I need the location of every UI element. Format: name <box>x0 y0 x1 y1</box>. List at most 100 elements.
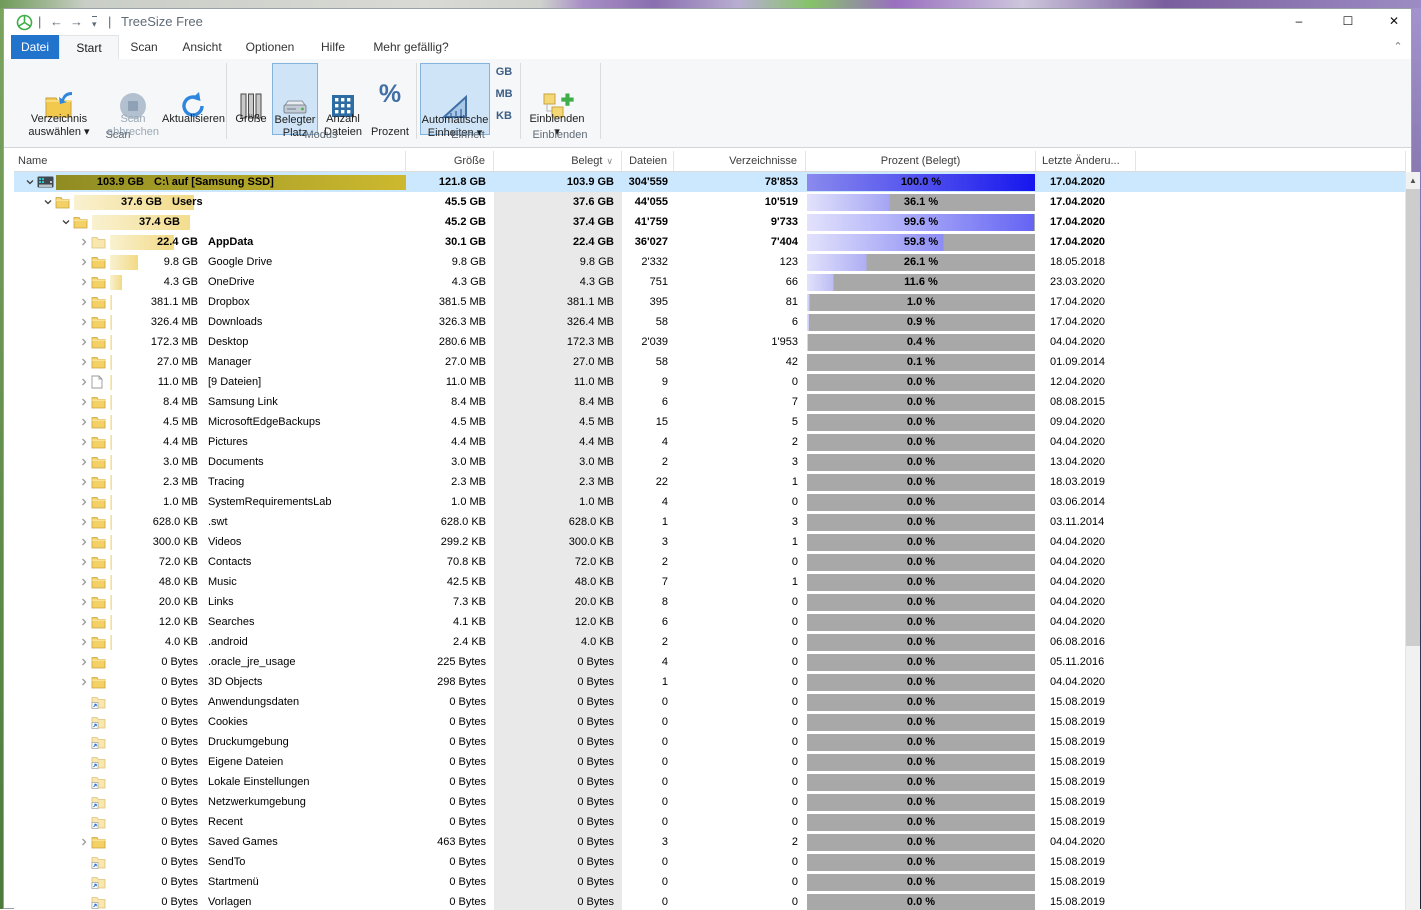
collapse-icon[interactable] <box>40 197 55 207</box>
tree-row[interactable]: 11.0 MB[9 Dateien]11.0 MB11.0 MB900.0 %1… <box>14 372 1406 392</box>
tree-row[interactable]: 0 BytesEigene Dateien0 Bytes0 Bytes000.0… <box>14 752 1406 772</box>
maximize-button[interactable]: ☐ <box>1331 9 1365 35</box>
tree-row[interactable]: 381.1 MBDropbox381.5 MB381.1 MB395811.0 … <box>14 292 1406 312</box>
minimize-button[interactable]: – <box>1282 9 1316 35</box>
expand-icon[interactable] <box>76 337 91 347</box>
tree-row[interactable]: 326.4 MBDownloads326.3 MB326.4 MB5860.9 … <box>14 312 1406 332</box>
tree-row[interactable]: 4.3 GBOneDrive4.3 GB4.3 GB7516611.6 %23.… <box>14 272 1406 292</box>
expand-icon[interactable] <box>76 437 91 447</box>
auto-units-button[interactable]: Automatische Einheiten ▾ <box>420 63 490 135</box>
tab-datei[interactable]: Datei <box>11 35 59 59</box>
column-header-letzte-aenderung[interactable]: Letzte Änderu... <box>1036 151 1136 171</box>
tree-row[interactable]: 72.0 KBContacts70.8 KB72.0 KB200.0 %04.0… <box>14 552 1406 572</box>
tree-row[interactable]: 0 Bytes3D Objects298 Bytes0 Bytes100.0 %… <box>14 672 1406 692</box>
collapse-ribbon-icon[interactable]: ⌃ <box>1390 39 1406 55</box>
expand-icon[interactable] <box>76 537 91 547</box>
tree-row[interactable]: 27.0 MBManager27.0 MB27.0 MB58420.1 %01.… <box>14 352 1406 372</box>
refresh-button[interactable]: Aktualisieren <box>162 63 224 135</box>
tab-mehr-gefaellig[interactable]: Mehr gefällig? <box>361 35 461 59</box>
expand-icon[interactable] <box>76 277 91 287</box>
mode-allocated-button[interactable]: Belegter Platz <box>272 63 318 135</box>
expand-icon[interactable] <box>76 677 91 687</box>
tree-row[interactable]: 0 BytesVorlagen0 Bytes0 Bytes000.0 %15.0… <box>14 892 1406 910</box>
expand-icon[interactable] <box>76 517 91 527</box>
tree-row[interactable]: 3.0 MBDocuments3.0 MB3.0 MB230.0 %13.04.… <box>14 452 1406 472</box>
unit-mb-button[interactable]: MB <box>492 85 516 104</box>
tab-start[interactable]: Start <box>59 35 119 59</box>
tree-row[interactable]: 0 BytesSaved Games463 Bytes0 Bytes320.0 … <box>14 832 1406 852</box>
scroll-up-icon[interactable]: ▲ <box>1406 172 1420 189</box>
column-header-name[interactable]: Name <box>14 151 406 171</box>
expand-icon[interactable] <box>76 377 91 387</box>
collapse-icon[interactable] <box>58 217 73 227</box>
tree-row[interactable]: 0 BytesDruckumgebung0 Bytes0 Bytes000.0 … <box>14 732 1406 752</box>
close-button[interactable]: ✕ <box>1377 9 1411 35</box>
expand-icon[interactable] <box>76 417 91 427</box>
expand-icon[interactable] <box>76 617 91 627</box>
expand-icon[interactable] <box>76 837 91 847</box>
tree-row[interactable]: 20.0 KBLinks7.3 KB20.0 KB800.0 %04.04.20… <box>14 592 1406 612</box>
tree-row[interactable]: 4.4 MBPictures4.4 MB4.4 MB420.0 %04.04.2… <box>14 432 1406 452</box>
expand-icon[interactable] <box>76 457 91 467</box>
tree-row[interactable]: 0 BytesNetzwerkumgebung0 Bytes0 Bytes000… <box>14 792 1406 812</box>
column-header-prozent[interactable]: Prozent (Belegt) <box>806 151 1036 171</box>
tree-row[interactable]: 300.0 KBVideos299.2 KB300.0 KB310.0 %04.… <box>14 532 1406 552</box>
expand-icon[interactable] <box>76 497 91 507</box>
expand-icon[interactable] <box>76 637 91 647</box>
unit-gb-button[interactable]: GB <box>492 63 516 82</box>
mode-percent-button[interactable]: % Prozent <box>368 63 412 135</box>
qat-dropdown-icon[interactable]: ▾ <box>92 16 97 29</box>
tree-row[interactable]: 22.4 GBAppData30.1 GB22.4 GB36'0277'4045… <box>14 232 1406 252</box>
tree-row[interactable]: 103.9 GBC:\ auf [Samsung SSD]121.8 GB103… <box>14 172 1406 192</box>
tree-row[interactable]: 4.5 MBMicrosoftEdgeBackups4.5 MB4.5 MB15… <box>14 412 1406 432</box>
tree-row[interactable]: 0 BytesLokale Einstellungen0 Bytes0 Byte… <box>14 772 1406 792</box>
column-header-belegt[interactable]: Belegt∨ <box>494 151 622 171</box>
vertical-scrollbar[interactable]: ▲ <box>1406 172 1420 910</box>
expand-icon[interactable] <box>76 237 91 247</box>
tree-row[interactable]: 628.0 KB.swt628.0 KB628.0 KB130.0 %03.11… <box>14 512 1406 532</box>
tab-ansicht[interactable]: Ansicht <box>169 35 235 59</box>
expand-icon[interactable] <box>76 657 91 667</box>
dateien-cell: 0 <box>622 732 674 752</box>
column-header-groesse[interactable]: Größe <box>406 151 494 171</box>
forward-icon[interactable]: → <box>70 9 83 35</box>
expand-icon[interactable] <box>76 577 91 587</box>
tree-row[interactable]: 0 BytesCookies0 Bytes0 Bytes000.0 %15.08… <box>14 712 1406 732</box>
tab-scan[interactable]: Scan <box>119 35 169 59</box>
tree-row[interactable]: 0 BytesRecent0 Bytes0 Bytes000.0 %15.08.… <box>14 812 1406 832</box>
expand-icon[interactable] <box>76 357 91 367</box>
mode-filecount-button[interactable]: Anzahl Dateien <box>320 63 366 135</box>
tree-row[interactable]: 2.3 MBTracing2.3 MB2.3 MB2210.0 %18.03.2… <box>14 472 1406 492</box>
unit-kb-button[interactable]: KB <box>492 107 516 126</box>
column-header-dateien[interactable]: Dateien <box>622 151 674 171</box>
tree-row[interactable]: 1.0 MBSystemRequirementsLab1.0 MB1.0 MB4… <box>14 492 1406 512</box>
expand-icon[interactable] <box>76 477 91 487</box>
expand-icon[interactable] <box>76 317 91 327</box>
tree-row[interactable]: 0 BytesAnwendungsdaten0 Bytes0 Bytes000.… <box>14 692 1406 712</box>
tab-hilfe[interactable]: Hilfe <box>305 35 361 59</box>
expand-icon[interactable] <box>76 397 91 407</box>
tree-row[interactable]: 0 Bytes.oracle_jre_usage225 Bytes0 Bytes… <box>14 652 1406 672</box>
expand-icon[interactable] <box>76 297 91 307</box>
back-icon[interactable]: ← <box>50 9 63 35</box>
tree-row[interactable]: 48.0 KBMusic42.5 KB48.0 KB710.0 %04.04.2… <box>14 572 1406 592</box>
tree-row[interactable]: 0 BytesSendTo0 Bytes0 Bytes000.0 %15.08.… <box>14 852 1406 872</box>
tree-row[interactable]: 172.3 MBDesktop280.6 MB172.3 MB2'0391'95… <box>14 332 1406 352</box>
tree-row[interactable]: 4.0 KB.android2.4 KB4.0 KB200.0 %06.08.2… <box>14 632 1406 652</box>
tree-row[interactable]: 8.4 MBSamsung Link8.4 MB8.4 MB670.0 %08.… <box>14 392 1406 412</box>
show-columns-button[interactable]: Einblenden ▾ <box>524 63 590 135</box>
expand-icon[interactable] <box>76 597 91 607</box>
tree-row[interactable]: 9.8 GBGoogle Drive9.8 GB9.8 GB2'33212326… <box>14 252 1406 272</box>
select-directory-button[interactable]: Verzeichnis auswählen ▾ <box>14 63 104 135</box>
expand-icon[interactable] <box>76 557 91 567</box>
tab-optionen[interactable]: Optionen <box>235 35 305 59</box>
tree-row[interactable]: 37.4 GB45.2 GB37.4 GB41'7599'73399.6 %17… <box>14 212 1406 232</box>
scrollbar-thumb[interactable] <box>1406 189 1420 646</box>
mode-size-button[interactable]: Größe <box>230 63 272 135</box>
tree-row[interactable]: 12.0 KBSearches4.1 KB12.0 KB600.0 %04.04… <box>14 612 1406 632</box>
expand-icon[interactable] <box>76 257 91 267</box>
column-header-verzeichnisse[interactable]: Verzeichnisse <box>674 151 806 171</box>
collapse-icon[interactable] <box>22 177 37 187</box>
tree-row[interactable]: 37.6 GBUsers45.5 GB37.6 GB44'05510'51936… <box>14 192 1406 212</box>
tree-row[interactable]: 0 BytesStartmenü0 Bytes0 Bytes000.0 %15.… <box>14 872 1406 892</box>
